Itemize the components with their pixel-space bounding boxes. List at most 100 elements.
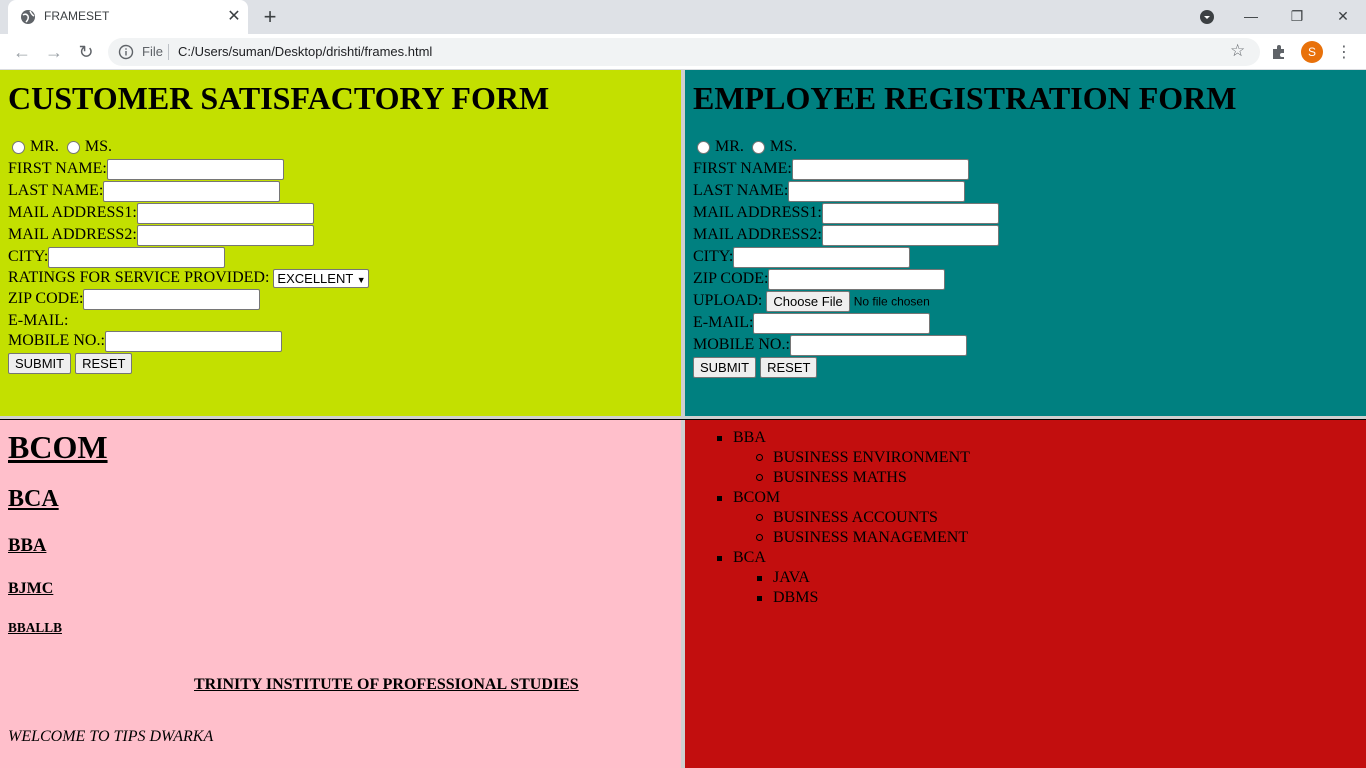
bookmark-star-icon[interactable]: ☆ [1230, 41, 1245, 61]
no-file-chosen-text: No file chosen [853, 294, 930, 309]
square-bullet [757, 596, 762, 601]
mail-address2-input[interactable] [136, 224, 314, 246]
radio-ms-label: MS. [769, 138, 798, 155]
submit-button[interactable]: SUBMIT [693, 356, 757, 378]
sub-item: DBMS [773, 589, 819, 606]
browser-tab[interactable]: FRAMESET ✕ [8, 0, 248, 34]
close-tab-icon[interactable]: ✕ [224, 7, 244, 27]
mobile-label: MOBILE NO.: [693, 336, 790, 353]
more-menu-icon[interactable]: ⋮ [1336, 40, 1352, 64]
customer-form-title: CUSTOMER SATISFACTORY FORM [8, 80, 550, 116]
mail-address2-label: MAIL ADDRESS2: [693, 226, 822, 243]
square-bullet [717, 496, 722, 501]
mobile-input[interactable] [104, 330, 282, 352]
mobile-label: MOBILE NO.: [8, 332, 105, 349]
choose-file-button[interactable]: Choose File [766, 290, 850, 312]
mail-address1-label: MAIL ADDRESS1: [8, 204, 137, 221]
sub-item: BUSINESS ACCOUNTS [773, 509, 938, 526]
minimize-button[interactable]: — [1228, 0, 1274, 32]
sub-item: BUSINESS MATHS [773, 469, 907, 486]
tab-title: FRAMESET [44, 9, 110, 23]
radio-mr[interactable] [697, 140, 710, 154]
first-name-label: FIRST NAME: [693, 160, 792, 177]
back-arrow-icon[interactable]: ← [10, 40, 34, 64]
city-input[interactable] [48, 246, 226, 268]
zip-code-input[interactable] [83, 288, 261, 310]
radio-mr[interactable] [12, 140, 25, 154]
restore-button[interactable]: ❐ [1274, 0, 1320, 32]
square-bullet [757, 576, 762, 581]
extensions-puzzle-icon[interactable] [1270, 43, 1288, 61]
browser-toolbar: ← → ↻ File C:/Users/suman/Desktop/drisht… [0, 34, 1366, 70]
mobile-input[interactable] [789, 334, 967, 356]
welcome-text: WELCOME TO TIPS DWARKA [8, 728, 214, 745]
url-scheme-label: File [142, 44, 163, 59]
city-label: CITY: [8, 248, 49, 265]
upload-label: UPLOAD: [693, 292, 763, 309]
city-label: CITY: [693, 248, 734, 265]
reset-button[interactable]: RESET [75, 352, 133, 374]
employee-form-title: EMPLOYEE REGISTRATION FORM [693, 80, 1237, 116]
email-input[interactable] [753, 312, 931, 334]
customer-form-frame: CUSTOMER SATISFACTORY FORM MR. MS. FIRST… [0, 70, 681, 416]
radio-ms-label: MS. [84, 138, 113, 155]
heading-bca: BCA [8, 486, 59, 512]
last-name-input[interactable] [103, 180, 281, 202]
url-text[interactable]: C:/Users/suman/Desktop/drishti/frames.ht… [178, 44, 432, 59]
radio-mr-label: MR. [715, 138, 744, 155]
last-name-label: LAST NAME: [693, 182, 789, 199]
info-icon[interactable] [118, 44, 134, 60]
mail-address2-label: MAIL ADDRESS2: [8, 226, 137, 243]
close-window-button[interactable]: ✕ [1320, 0, 1366, 32]
institute-name: TRINITY INSTITUTE OF PROFESSIONAL STUDIE… [194, 676, 579, 693]
square-bullet [717, 436, 722, 441]
globe-icon [21, 10, 35, 24]
heading-bjmc: BJMC [8, 580, 54, 597]
employee-form-frame: EMPLOYEE REGISTRATION FORM MR. MS. FIRST… [685, 70, 1366, 416]
title-radio-group: MR. MS. [8, 136, 112, 158]
email-label: E-MAIL: [693, 314, 754, 331]
mail-address1-input[interactable] [821, 202, 999, 224]
circle-bullet [756, 514, 763, 521]
mail-address1-label: MAIL ADDRESS1: [693, 204, 822, 221]
ratings-select[interactable]: EXCELLENT ▼ [273, 268, 369, 288]
list-item-bcom: BCOM [733, 489, 781, 506]
first-name-input[interactable] [791, 158, 969, 180]
mail-address1-input[interactable] [136, 202, 314, 224]
title-radio-group: MR. MS. [693, 136, 797, 158]
circle-bullet [756, 534, 763, 541]
zip-code-input[interactable] [768, 268, 946, 290]
sub-item: JAVA [773, 569, 810, 586]
new-tab-button[interactable]: + [258, 4, 282, 30]
forward-arrow-icon[interactable]: → [42, 40, 66, 64]
list-item-bba: BBA [733, 429, 766, 446]
profile-avatar[interactable]: S [1301, 41, 1323, 63]
tab-search-icon[interactable] [1199, 9, 1215, 25]
radio-ms[interactable] [751, 140, 765, 154]
city-input[interactable] [733, 246, 911, 268]
heading-bba: BBA [8, 535, 47, 556]
circle-bullet [756, 474, 763, 481]
email-label: E-MAIL: [8, 312, 69, 329]
list-item-bca: BCA [733, 549, 766, 566]
radio-ms[interactable] [66, 140, 80, 154]
tab-strip: FRAMESET ✕ + — ❐ ✕ [0, 0, 1366, 34]
ratings-label: RATINGS FOR SERVICE PROVIDED: [8, 269, 270, 286]
last-name-input[interactable] [788, 180, 966, 202]
zip-code-label: ZIP CODE: [693, 270, 769, 287]
last-name-label: LAST NAME: [8, 182, 104, 199]
heading-bballb: BBALLB [8, 620, 62, 635]
sub-item: BUSINESS MANAGEMENT [773, 529, 969, 546]
reset-button[interactable]: RESET [760, 356, 818, 378]
reload-icon[interactable]: ↻ [74, 40, 98, 64]
zip-code-label: ZIP CODE: [8, 290, 84, 307]
frame-horizontal-divider[interactable] [0, 416, 1366, 420]
address-bar[interactable]: File C:/Users/suman/Desktop/drishti/fram… [108, 38, 1260, 66]
mail-address2-input[interactable] [821, 224, 999, 246]
ratings-selected-value: EXCELLENT [277, 270, 354, 286]
courses-list-frame: BBA BUSINESS ENVIRONMENT BUSINESS MATHS … [685, 420, 1366, 768]
circle-bullet [756, 454, 763, 461]
submit-button[interactable]: SUBMIT [8, 352, 72, 374]
heading-bcom: BCOM [8, 429, 108, 465]
first-name-input[interactable] [106, 158, 284, 180]
